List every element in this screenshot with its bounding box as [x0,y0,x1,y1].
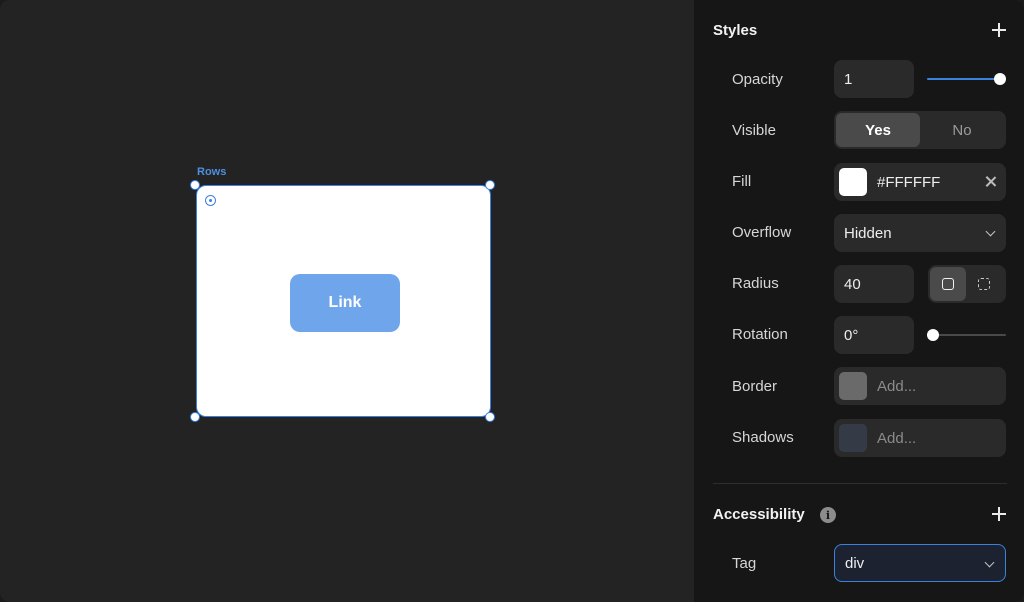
selected-frame[interactable]: Link [196,185,491,417]
shadows-field[interactable]: Add... [834,419,1006,457]
border-label: Border [732,378,778,395]
shadows-label: Shadows [732,429,794,446]
radius-label: Radius [732,275,779,292]
corners-icon [978,278,990,290]
rotation-label: Rotation [732,326,788,343]
link-button[interactable]: Link [290,274,400,332]
radius-input[interactable]: 40 [834,265,914,303]
chevron-down-icon [985,226,996,237]
radius-all-corners-button[interactable] [930,267,966,301]
chevron-down-icon [984,557,995,568]
visible-toggle: Yes No [834,111,1006,149]
design-canvas[interactable]: Rows Link [0,0,694,602]
opacity-input[interactable]: 1 [834,60,914,98]
overflow-value: Hidden [844,224,892,242]
visible-no-option[interactable]: No [920,113,1004,147]
rotation-slider-knob[interactable] [927,329,939,341]
tag-select[interactable]: div [834,544,1006,582]
editor-window: Rows Link Styles Opacity 1 Visible Yes N… [0,0,1024,602]
rotation-slider-track[interactable] [934,334,1006,336]
properties-panel: Styles Opacity 1 Visible Yes No Fill #FF… [694,0,1024,602]
tag-label: Tag [732,555,757,572]
radius-value: 40 [844,275,861,293]
overflow-label: Overflow [732,224,792,241]
rotation-value: 0° [844,326,859,344]
visible-yes-option[interactable]: Yes [836,113,920,147]
add-style-plus-icon[interactable] [992,23,1006,37]
rotation-input[interactable]: 0° [834,316,914,354]
fill-field[interactable]: #FFFFFF [834,163,1006,201]
frame-label[interactable]: Rows [197,166,226,178]
border-placeholder: Add... [877,377,917,395]
square-icon [942,278,954,290]
shadow-color-swatch [839,424,867,452]
shadows-placeholder: Add... [877,429,917,447]
opacity-label: Opacity [732,71,783,88]
radius-individual-corners-button[interactable] [966,267,1002,301]
border-color-swatch [839,372,867,400]
resize-handle-bottom-right[interactable] [485,412,495,422]
clear-fill-close-icon[interactable] [985,176,996,187]
opacity-slider-knob[interactable] [994,73,1006,85]
resize-handle-top-left[interactable] [190,180,200,190]
fill-color-swatch[interactable] [839,168,867,196]
styles-section-title: Styles [713,22,758,39]
accessibility-section-title: Accessibility [713,506,805,523]
fill-value: #FFFFFF [877,173,941,191]
overflow-select[interactable]: Hidden [834,214,1006,252]
info-icon[interactable]: i [820,507,836,523]
radius-mode-toggle [928,265,1006,303]
tag-value: div [845,554,865,572]
visible-label: Visible [732,122,776,139]
opacity-value: 1 [844,70,853,88]
border-field[interactable]: Add... [834,367,1006,405]
fill-label: Fill [732,173,752,190]
add-accessibility-plus-icon[interactable] [992,507,1006,521]
resize-handle-bottom-left[interactable] [190,412,200,422]
resize-handle-top-right[interactable] [485,180,495,190]
section-divider [713,483,1007,484]
frame-origin-icon [205,195,216,206]
opacity-slider-track[interactable] [927,78,999,80]
